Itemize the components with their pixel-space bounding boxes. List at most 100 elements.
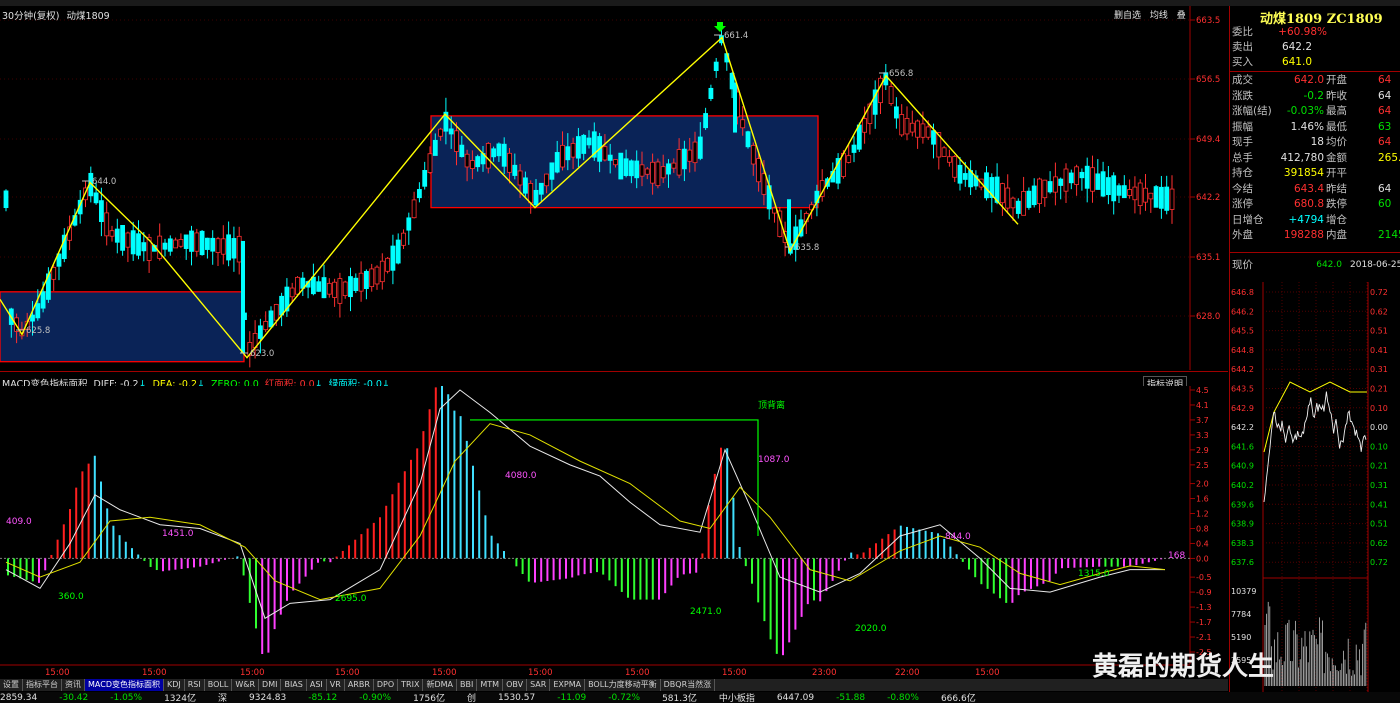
status-item: 581.3亿 [662, 694, 697, 703]
candle-body [236, 235, 242, 263]
candle-body [231, 238, 237, 259]
ma-button[interactable]: 均线 [1150, 8, 1168, 21]
candle-body [279, 295, 285, 316]
indicator-tab[interactable]: 资讯 [62, 679, 85, 691]
weibi-row: 委比 +60.98% [1232, 25, 1400, 40]
status-item: 1756亿 [413, 694, 445, 703]
price-axis-label: 656.5 [1196, 75, 1220, 85]
indicator-tab[interactable]: 新DMA [423, 679, 458, 691]
indicator-tab[interactable]: VR [327, 679, 345, 691]
intraday-mini-chart[interactable]: 646.8 0.72 646.2 0.62 645.5 0.51 644.8 0.41 644.… [1230, 282, 1400, 692]
macd-axis-label: 3.7 [1196, 416, 1209, 425]
macd-axis-label: -2.1 [1196, 633, 1212, 642]
quote-value-2: 64 [1378, 105, 1392, 117]
candle-body [888, 86, 894, 104]
candle-body [623, 158, 629, 176]
quote-row: 涨跌 -0.2 昨收 64 [1232, 89, 1400, 104]
time-label: 15:00 [625, 668, 650, 678]
price-axis-label: 649.4 [1196, 135, 1220, 145]
price-axis-label: 663.5 [1196, 16, 1220, 26]
candle-body [268, 310, 274, 328]
candle-body [199, 230, 205, 256]
price-chart[interactable]: 663.5 656.5 649.4 642.2 635.1 628.0 661.4 656.8… [0, 6, 1228, 370]
candle-body [512, 164, 518, 176]
indicator-tab[interactable]: 设置 [0, 679, 23, 691]
quote-row: 持仓 391854 开平 [1232, 166, 1400, 181]
candle-body [644, 168, 650, 175]
indicator-tab[interactable]: DBQR当然涨 [661, 679, 716, 691]
candle-body [549, 162, 555, 180]
candle-body [1031, 185, 1037, 206]
indicator-tab[interactable]: MACD变色指标面积 [85, 679, 164, 691]
indicator-tab[interactable]: BBI [457, 679, 478, 691]
quote-label: 外盘 [1232, 229, 1253, 241]
indicator-tab[interactable]: ARBR [345, 679, 374, 691]
candle-body [1042, 179, 1048, 199]
candle-body [560, 144, 565, 168]
candle-body [761, 173, 767, 195]
candle-body [533, 189, 539, 206]
quote-label-2: 昨收 [1326, 89, 1347, 102]
status-item: -11.09 [557, 692, 587, 703]
indicator-tab[interactable]: 指标平台 [23, 679, 62, 691]
weibi-value: +60.98% [1278, 26, 1327, 38]
indicator-tab[interactable]: BOLL力度移动平衡 [585, 679, 661, 691]
indicator-tab[interactable]: OBV [503, 679, 528, 691]
mini-volume-label: 10379 [1231, 587, 1256, 596]
candle-body [1010, 197, 1016, 209]
candle-body [909, 122, 915, 133]
candle-body [411, 199, 417, 219]
candle-body [1084, 165, 1090, 189]
indicator-tab[interactable]: ASI [307, 679, 327, 691]
candle-body [438, 128, 444, 137]
overlay-button[interactable]: 叠 [1177, 8, 1186, 21]
quote-value: 642.0 [1293, 74, 1324, 86]
quote-date: 2018-06-25 [1350, 260, 1400, 270]
remove-favorite-button[interactable]: 删自选 [1114, 8, 1141, 21]
candle-body [528, 182, 534, 204]
candle-body [289, 287, 295, 298]
candle-body [454, 130, 459, 152]
price-point-label: 625.8 [26, 326, 50, 336]
candle-body [1106, 177, 1111, 196]
indicator-tab[interactable]: BIAS [281, 679, 307, 691]
candle-body [464, 153, 470, 168]
indicator-tab[interactable]: SAR [527, 679, 551, 691]
candle-body [750, 144, 756, 165]
time-label: 15:00 [975, 668, 1000, 678]
indicator-tab[interactable]: EXPMA [550, 679, 586, 691]
candle-body [310, 276, 316, 295]
candle-body [650, 161, 655, 184]
status-item: -0.80% [887, 692, 919, 703]
mini-right-label: 0.31 [1370, 365, 1388, 374]
candle-body [947, 156, 952, 163]
candle-body [226, 234, 232, 261]
indicator-tab[interactable]: BOLL [205, 679, 233, 691]
time-label: 15:00 [142, 668, 167, 678]
mini-right-label: 0.21 [1370, 385, 1388, 394]
candle-body [1063, 168, 1069, 192]
candle-body [957, 164, 963, 184]
indicator-tab[interactable]: W&R [232, 679, 260, 691]
quote-value: 1.46% [1290, 120, 1324, 133]
indicator-tab[interactable]: RSI [185, 679, 205, 691]
macd-axis-label: 3.3 [1196, 431, 1209, 440]
candle-body [687, 149, 693, 162]
candle-body [745, 131, 751, 148]
price-point-label: 656.8 [889, 69, 913, 79]
mini-right-label: 0.21 [1370, 462, 1388, 471]
indicator-tab[interactable]: DMI [259, 679, 282, 691]
indicator-tab[interactable]: DPO [374, 679, 399, 691]
period-label: 30分钟(复权) [2, 11, 60, 22]
status-item: -0.90% [359, 692, 392, 703]
macd-chart[interactable]: 4.5 4.1 3.7 3.3 2.9 2.5 2.0 1.6 1.2 0.8 0.4 0.0 -0.5… [0, 386, 1228, 664]
candle-body [395, 239, 401, 264]
quote-label-2: 均价 [1326, 136, 1347, 148]
candle-body [416, 189, 422, 199]
macd-axis-label: -0.5 [1196, 573, 1212, 582]
status-item: 6447.09 [776, 692, 815, 703]
indicator-tab[interactable]: TRIX [398, 679, 424, 691]
indicator-tab[interactable]: MTM [477, 679, 504, 691]
indicator-tab[interactable]: KDJ [164, 679, 185, 691]
spot-value: 642.0 [1316, 260, 1342, 270]
